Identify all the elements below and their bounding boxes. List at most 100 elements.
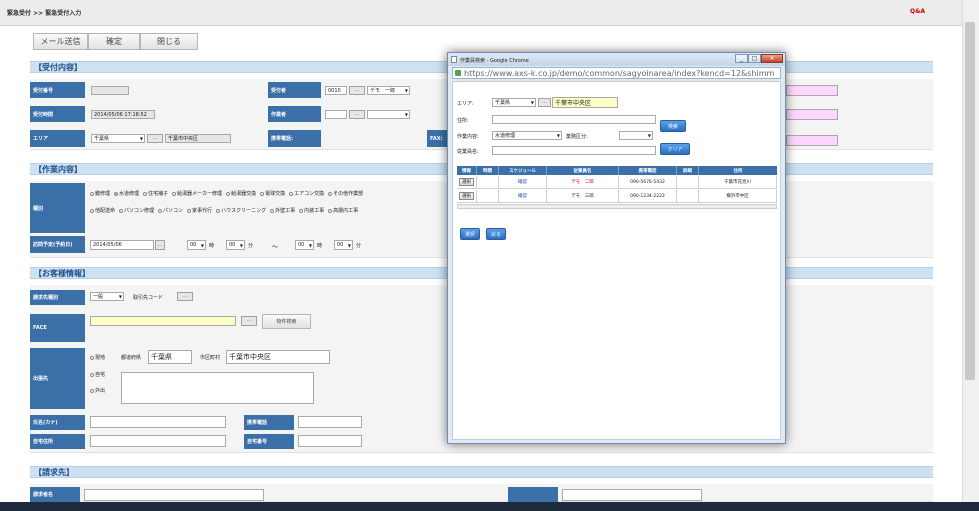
name-kana-field[interactable] (90, 416, 226, 428)
type-option-label: ハウスクリーニング (221, 208, 267, 214)
receiver-select[interactable]: デモ 一郎 ▼ (367, 86, 410, 95)
close-icon[interactable]: ✕ (761, 54, 783, 63)
face-lookup-button[interactable]: ··· (241, 316, 257, 326)
minimize-icon[interactable]: _ (735, 54, 748, 63)
maximize-icon[interactable]: □ (748, 54, 761, 63)
property-search-button[interactable]: 物件検索 (262, 314, 311, 329)
type-option[interactable]: 家事代行 (187, 208, 212, 214)
city-field[interactable]: 千葉市中央区 (226, 350, 330, 364)
hour1-unit: 時 (209, 243, 215, 249)
popup-business-select[interactable]: ▼ (619, 131, 653, 140)
type-option-label: 他配送命 (95, 208, 116, 214)
address-textarea[interactable] (121, 372, 314, 404)
highlight-field-3[interactable] (786, 135, 838, 146)
destination-option-site[interactable]: 現地 (90, 354, 105, 361)
popup-titlebar[interactable]: 作業員検索 - Google Chrome _ □ ✕ (448, 53, 785, 66)
billing-right-field[interactable] (562, 489, 702, 501)
type-option[interactable]: 給湯器交換 (226, 191, 256, 197)
type-option[interactable]: 水道修理 (114, 191, 139, 197)
popup-work-select[interactable]: 水道修理 ▼ (492, 131, 562, 140)
type-option[interactable]: その他作業部 (328, 191, 363, 197)
row-time-cell (477, 190, 499, 203)
popup-content: エリア: 千葉県 ▼ ··· 千葉市中央区 住所: 検索 作業内容: 水道修理 ▼ … (452, 81, 781, 440)
type-option[interactable]: 内装工事 (299, 208, 324, 214)
receiver-lookup-button[interactable]: ··· (349, 86, 365, 95)
pick-button[interactable]: 選択 (459, 178, 474, 186)
type-option[interactable]: パソコン修理 (119, 208, 154, 214)
min1-select[interactable]: 00 ▼ (226, 240, 245, 250)
type-option[interactable]: 鍵修理 (90, 191, 110, 197)
scrollbar-thumb[interactable] (965, 22, 975, 380)
worker-lookup-button[interactable]: ··· (349, 110, 365, 119)
popup-table-header: 情報 時間 スケジュール 従業員名 携帯電話 詳細 住所 (457, 166, 777, 175)
radio-icon (90, 388, 94, 393)
client-code-lookup-button[interactable]: ··· (177, 292, 193, 301)
worker-address-cell: 横浜市中区 (699, 190, 777, 203)
type-option[interactable]: 外壁工事 (270, 208, 295, 214)
qa-link[interactable]: Q&A (910, 8, 925, 15)
schedule-link[interactable]: 確認 (499, 176, 547, 189)
destination-option-home[interactable]: 自宅 (90, 371, 105, 378)
hour2-unit: 時 (317, 243, 323, 249)
popup-search-button[interactable]: 検索 (660, 120, 686, 132)
chevron-down-icon: ▼ (118, 294, 122, 299)
chevron-down-icon: ▼ (308, 242, 312, 248)
popup-select-button[interactable]: 選択 (460, 228, 480, 240)
highlight-field-2[interactable] (786, 109, 838, 120)
type-option[interactable]: エアコン交換 (289, 191, 324, 197)
worker-select[interactable]: ▼ (367, 110, 410, 119)
popup-area-lookup-button[interactable]: ··· (538, 98, 551, 107)
type-option[interactable]: 住宅補子 (143, 191, 168, 197)
area-pref-value: 千葉県 (94, 136, 110, 142)
table-horizontal-scrollbar[interactable] (457, 204, 777, 209)
type-option[interactable]: 給湯器メーカー修理 (172, 191, 222, 197)
confirm-button[interactable]: 確定 (88, 33, 140, 50)
home-address-field[interactable] (90, 435, 226, 447)
popup-address-field[interactable] (492, 115, 656, 124)
face-label: FACE (30, 314, 85, 342)
pick-button[interactable]: 選択 (459, 192, 474, 200)
popup-clear-button[interactable]: クリア (660, 143, 690, 155)
address-bar[interactable]: https://www.axs-k.co.jp/demo/common/sagy… (452, 67, 781, 79)
pref-field[interactable]: 千葉県 (148, 350, 192, 364)
type-option[interactable]: 高層内工事 (328, 208, 358, 214)
hour1-select[interactable]: 00 ▼ (187, 240, 206, 250)
hour2-select[interactable]: 00 ▼ (295, 240, 314, 250)
chevron-down-icon: ▼ (200, 242, 204, 248)
highlight-field-1[interactable] (786, 85, 838, 96)
home-number-field[interactable] (298, 435, 362, 447)
billing-right-label (508, 487, 558, 502)
customer-mobile-field[interactable] (298, 416, 362, 428)
calendar-button[interactable]: … (155, 240, 165, 250)
worker-code-field[interactable] (325, 110, 347, 119)
close-button[interactable]: 閉じる (140, 33, 198, 50)
row-pick-cell: 選択 (457, 176, 477, 189)
send-mail-button[interactable]: メール送信 (33, 33, 88, 50)
col-header-name: 従業員名 (547, 166, 619, 175)
col-header-time: 時間 (477, 166, 499, 175)
area-lookup-button[interactable]: ··· (147, 134, 163, 143)
row-time-cell (477, 176, 499, 189)
popup-area-select[interactable]: 千葉県 ▼ (492, 98, 536, 107)
destination-option-other[interactable]: 外出 (90, 387, 105, 394)
type-option[interactable]: 他配送命 (90, 208, 115, 214)
worker-search-popup: 作業員検索 - Google Chrome _ □ ✕ https://www.… (447, 52, 786, 444)
popup-area-city-field[interactable]: 千葉市中央区 (552, 97, 618, 108)
min2-select[interactable]: 00 ▼ (334, 240, 353, 250)
type-option[interactable]: 電球交換 (260, 191, 285, 197)
billing-type-label: 請求先種別 (30, 290, 85, 305)
popup-back-button[interactable]: 戻る (486, 228, 506, 240)
schedule-date-field[interactable]: 2014/05/06 (90, 240, 154, 250)
type-option-label: 鍵修理 (95, 191, 111, 197)
home-number-label: 自宅番号 (244, 434, 294, 449)
face-field[interactable] (90, 316, 236, 326)
radio-icon (90, 191, 94, 196)
schedule-link[interactable]: 確認 (499, 190, 547, 203)
receiver-code-field[interactable]: 0010 (325, 86, 347, 95)
billing-type-select[interactable]: 一般 ▼ (90, 292, 124, 301)
popup-worker-name-field[interactable] (492, 146, 656, 155)
type-option[interactable]: ハウスクリーニング (216, 208, 266, 214)
type-option[interactable]: パソコン (158, 208, 183, 214)
area-pref-select[interactable]: 千葉県 ▼ (91, 134, 145, 143)
billing-name-field[interactable] (84, 489, 264, 501)
